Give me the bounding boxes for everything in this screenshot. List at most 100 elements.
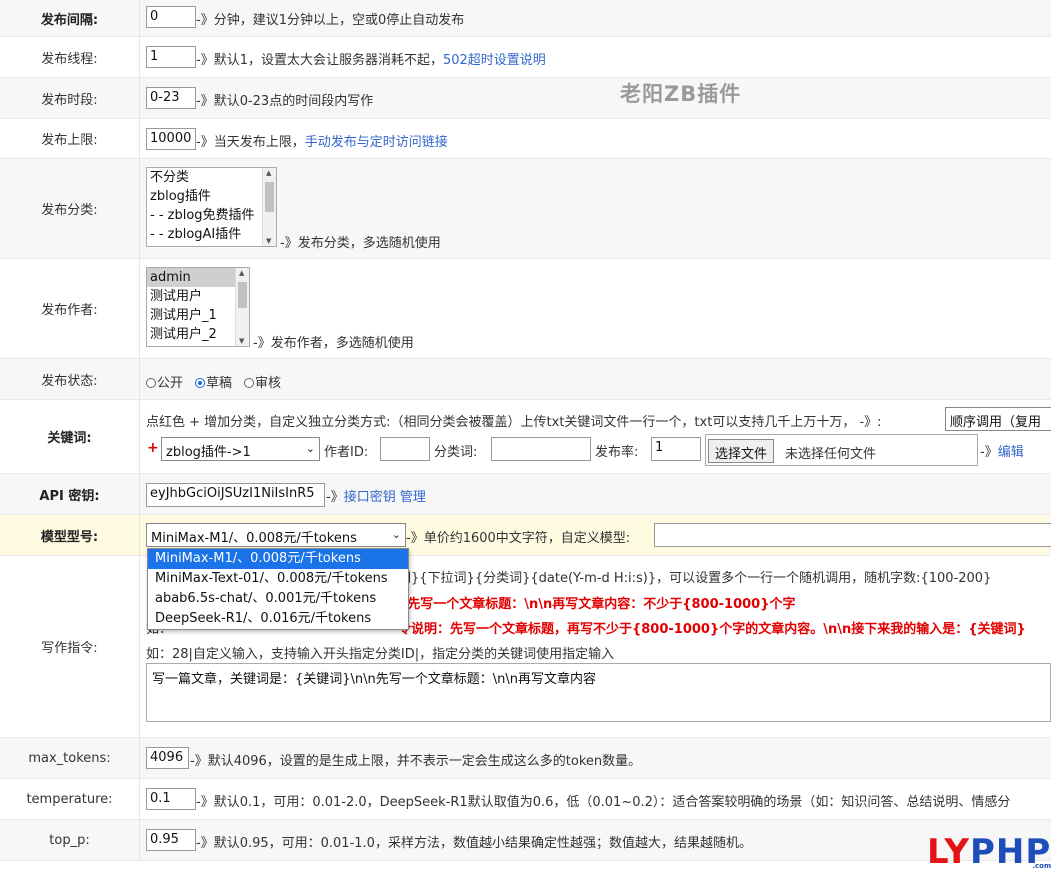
label-api-key: API 密钥: — [0, 474, 140, 514]
interval-input[interactable]: 0 — [146, 6, 196, 28]
label-max-tokens: max_tokens: — [0, 738, 140, 778]
period-hint: -》默认0-23点的时间段内写作 — [196, 94, 374, 109]
max-tokens-hint: -》默认4096，设置的是生成上限，并不表示一定会生成这么多的token数量。 — [190, 754, 642, 769]
row-limit: 发布上限: 10000 -》当天发布上限，手动发布与定时访问链接 — [0, 119, 1051, 159]
file-status-text: 未选择任何文件 — [785, 447, 877, 462]
timeout-help-link[interactable]: 502超时设置说明 — [443, 53, 546, 68]
api-key-manage-link[interactable]: 接口密钥 管理 — [344, 490, 426, 505]
scroll-up-icon: ▲ — [266, 169, 272, 177]
label-author: 发布作者: — [0, 259, 140, 358]
period-input[interactable]: 0-23 — [146, 87, 196, 109]
status-radio-public[interactable]: 公开 — [146, 372, 183, 391]
row-keywords: 关键词: 点红色 + 增加分类，自定义独立分类方式:（相同分类会被覆盖）上传tx… — [0, 400, 1051, 474]
row-api-key: API 密钥: eyJhbGciOiJSUzI1NiIsInR5 -》接口密钥 … — [0, 474, 1051, 515]
category-option[interactable]: 不分类 — [147, 168, 276, 187]
prompt-textarea[interactable]: 写一篇文章，关键词是：{关键词}\n\n先写一个文章标题：\n\n再写文章内容 — [146, 663, 1051, 722]
add-category-button[interactable]: + — [147, 440, 159, 456]
author-option[interactable]: 测试用户_2 — [147, 325, 249, 344]
scroll-thumb[interactable] — [265, 182, 274, 212]
model-select[interactable]: MiniMax-M1/、0.008元/千tokens ⌄ — [146, 523, 406, 547]
author-option[interactable]: admin — [147, 268, 249, 287]
label-prompt: 写作指令: — [0, 556, 140, 737]
publish-rate-input[interactable]: 1 — [651, 437, 701, 461]
row-threads: 发布线程: 1 -》默认1，设置太大会让服务器消耗不起，502超时设置说明 — [0, 37, 1051, 78]
label-model: 模型型号: — [0, 515, 140, 555]
author-hint: -》发布作者，多选随机使用 — [253, 336, 414, 351]
status-radio-draft[interactable]: 草稿 — [195, 372, 232, 391]
keywords-description: 点红色 + 增加分类，自定义独立分类方式:（相同分类会被覆盖）上传txt关键词文… — [146, 415, 882, 430]
prompt-example-line: n先写一个文章标题：\n\n再写文章内容：不少于{800-1000}个字 — [398, 597, 796, 612]
edit-arrow: -》 — [980, 445, 998, 460]
model-option[interactable]: DeepSeek-R1/、0.016元/千tokens — [148, 609, 408, 629]
label-temperature: temperature: — [0, 779, 140, 819]
label-status: 发布状态: — [0, 359, 140, 399]
keyword-category-select[interactable]: zblog插件->1 ⌄ — [161, 437, 320, 461]
category-scrollbar[interactable]: ▲ ▼ — [262, 168, 276, 246]
author-option[interactable]: 测试用户 — [147, 287, 249, 306]
label-interval: 发布间隔: — [0, 0, 140, 36]
category-hint: -》发布分类，多选随机使用 — [280, 236, 441, 251]
label-period: 发布时段: — [0, 78, 140, 118]
prompt-category-hint: 如：28|自定义输入，支持输入开头指定分类ID|，指定分类的关键词使用指定输入 — [146, 647, 615, 662]
row-temperature: temperature: 0.1 -》默认0.1，可用：0.01-2.0，Dee… — [0, 779, 1051, 820]
custom-model-input[interactable] — [654, 523, 1051, 547]
row-status: 发布状态: 公开 草稿 审核 — [0, 359, 1051, 400]
max-tokens-input[interactable]: 4096 — [146, 747, 189, 769]
scroll-thumb[interactable] — [238, 282, 247, 308]
row-interval: 发布间隔: 0 -》分钟，建议1分钟以上，空或0停止自动发布 — [0, 0, 1051, 37]
category-listbox[interactable]: 不分类 zblog插件 - - zblog免费插件 - - zblogAI插件 … — [146, 167, 277, 247]
row-top-p: top_p: 0.95 -》默认0.95，可用：0.01-1.0，采样方法，数值… — [0, 820, 1051, 861]
api-key-input[interactable]: eyJhbGciOiJSUzI1NiIsInR5 — [146, 483, 325, 507]
row-author: 发布作者: admin 测试用户 测试用户_1 测试用户_2 ▲ ▼ -》发布作… — [0, 259, 1051, 359]
model-option[interactable]: MiniMax-Text-01/、0.008元/千tokens — [148, 569, 408, 589]
top-p-hint: -》默认0.95，可用：0.01-1.0，采样方法，数值越小结果确定性越强；数值… — [196, 836, 752, 851]
prompt-variables-hint: 词}{下拉词}{分类词}{date(Y-m-d H:i:s)}，可以设置多个一行… — [398, 571, 992, 586]
limit-hint: -》当天发布上限， — [196, 135, 305, 150]
row-period: 发布时段: 0-23 -》默认0-23点的时间段内写作 — [0, 78, 1051, 119]
temperature-input[interactable]: 0.1 — [146, 788, 196, 810]
status-radio-review[interactable]: 审核 — [244, 372, 281, 391]
category-option[interactable]: - - zblog免费插件 — [147, 206, 276, 225]
label-category: 发布分类: — [0, 159, 140, 258]
author-option[interactable]: 测试用户_1 — [147, 306, 249, 325]
publish-rate-label: 发布率: — [595, 445, 639, 460]
chevron-down-icon: ⌄ — [391, 528, 401, 541]
temperature-hint: -》默认0.1，可用：0.01-2.0，DeepSeek-R1默认取值为0.6，… — [196, 795, 1011, 810]
manual-publish-link[interactable]: 手动发布与定时访问链接 — [305, 135, 448, 150]
lyphp-logo: LYPHP .com — [927, 832, 1051, 872]
row-category: 发布分类: 不分类 zblog插件 - - zblog免费插件 - - zblo… — [0, 159, 1051, 259]
radio-icon[interactable] — [244, 378, 254, 388]
author-scrollbar[interactable]: ▲ ▼ — [235, 268, 249, 346]
model-option[interactable]: MiniMax-M1/、0.008元/千tokens — [148, 549, 408, 569]
label-limit: 发布上限: — [0, 119, 140, 158]
chevron-down-icon: ⌄ — [305, 442, 315, 455]
row-max-tokens: max_tokens: 4096 -》默认4096，设置的是生成上限，并不表示一… — [0, 738, 1051, 779]
label-keywords: 关键词: — [0, 400, 140, 473]
author-listbox[interactable]: admin 测试用户 测试用户_1 测试用户_2 ▲ ▼ — [146, 267, 250, 347]
scroll-down-icon: ▼ — [239, 337, 245, 345]
watermark-text: 老阳ZB插件 — [620, 82, 742, 106]
label-threads: 发布线程: — [0, 37, 140, 77]
label-top-p: top_p: — [0, 820, 140, 860]
category-option[interactable]: - - zblogAI插件 — [147, 225, 276, 244]
category-word-label: 分类词: — [434, 445, 478, 460]
author-id-label: 作者ID: — [324, 445, 369, 460]
keyword-order-select[interactable]: 顺序调用（复用 — [945, 407, 1051, 431]
interval-hint: -》分钟，建议1分钟以上，空或0停止自动发布 — [196, 13, 465, 28]
edit-link[interactable]: 编辑 — [998, 445, 1024, 460]
scroll-down-icon: ▼ — [266, 237, 272, 245]
prompt-example-line-2: 令说明：先写一个文章标题，再写不少于{800-1000}个字的文章内容。\n\n… — [398, 622, 1026, 637]
top-p-input[interactable]: 0.95 — [146, 829, 196, 851]
threads-hint: -》默认1，设置太大会让服务器消耗不起， — [196, 53, 443, 68]
limit-input[interactable]: 10000 — [146, 128, 196, 150]
model-dropdown-menu[interactable]: MiniMax-M1/、0.008元/千tokens MiniMax-Text-… — [147, 548, 409, 630]
author-id-input[interactable] — [380, 437, 430, 461]
threads-input[interactable]: 1 — [146, 46, 196, 68]
radio-icon[interactable] — [146, 378, 156, 388]
category-word-input[interactable] — [491, 437, 591, 461]
model-option[interactable]: abab6.5s-chat/、0.001元/千tokens — [148, 589, 408, 609]
choose-file-button[interactable]: 选择文件 — [708, 439, 775, 463]
category-option[interactable]: zblog插件 — [147, 187, 276, 206]
model-hint: -》单价约1600中文字符，自定义模型: — [406, 531, 631, 546]
radio-checked-icon[interactable] — [195, 378, 205, 388]
